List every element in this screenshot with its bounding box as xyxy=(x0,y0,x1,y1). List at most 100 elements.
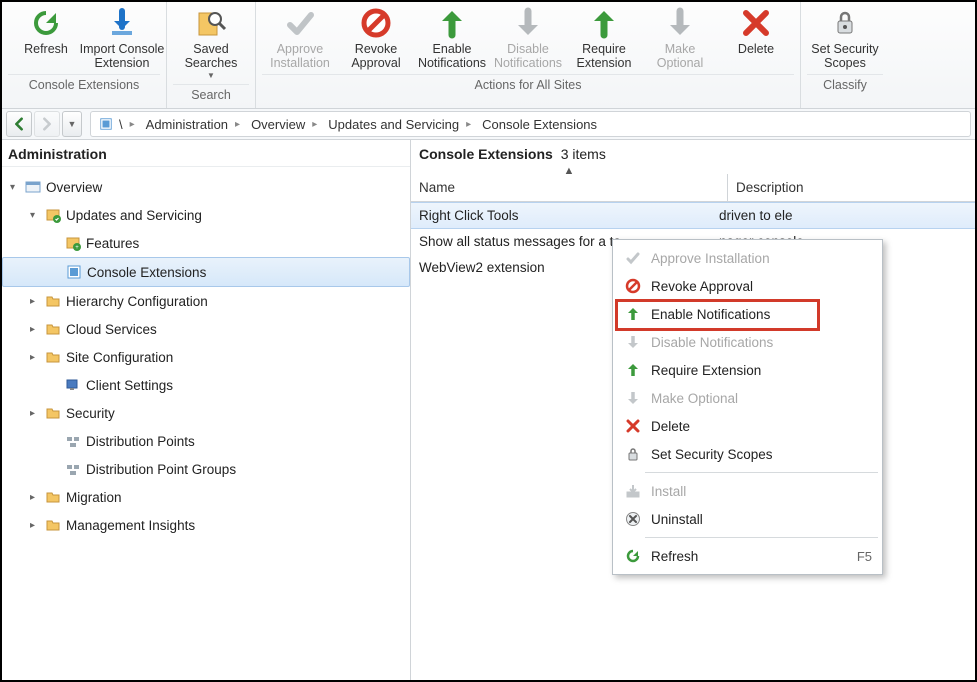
tree-node[interactable]: Client Settings xyxy=(2,371,410,399)
tree-expander-icon[interactable]: ▸ xyxy=(30,296,42,307)
ribbon: RefreshImport Console Extension Console E… xyxy=(2,2,975,109)
ribbon-import-button[interactable]: Import Console Extension xyxy=(84,4,160,70)
tree-node[interactable]: Console Extensions xyxy=(2,257,410,287)
arrow-down-icon xyxy=(621,390,645,406)
tree-node[interactable]: Distribution Point Groups xyxy=(2,455,410,483)
breadcrumb-path[interactable]: \▸ Administration▸Overview▸Updates and S… xyxy=(90,111,971,137)
breadcrumb-segment[interactable]: Overview▸ xyxy=(251,117,324,132)
column-desc-label: Description xyxy=(736,180,804,195)
folder-icon xyxy=(44,320,62,338)
make-optional-icon xyxy=(663,6,697,40)
breadcrumb-segment[interactable]: Administration▸ xyxy=(146,117,247,132)
ribbon-enable-notif-button[interactable]: Enable Notifications xyxy=(414,4,490,70)
details-title: Console Extensions xyxy=(419,146,553,162)
refresh-icon xyxy=(29,6,63,40)
delete-icon xyxy=(739,6,773,40)
cell-description: driven to ele xyxy=(719,208,967,223)
ribbon-group-title: Actions for All Sites xyxy=(262,74,794,96)
ribbon-require-ext-button[interactable]: Require Extension xyxy=(566,4,642,70)
breadcrumb-segment-label: Updates and Servicing xyxy=(328,117,459,132)
tree-node[interactable]: ▸Hierarchy Configuration xyxy=(2,287,410,315)
install-icon xyxy=(621,483,645,499)
folder-icon xyxy=(44,404,62,422)
tree-expander-icon[interactable]: ▸ xyxy=(30,352,42,363)
tree-node[interactable]: ▸ Migration xyxy=(2,483,410,511)
tree-node[interactable]: ▸Security xyxy=(2,399,410,427)
ribbon-delete-button[interactable]: Delete xyxy=(718,4,794,70)
details-header: Console Extensions 3 items xyxy=(411,140,975,164)
context-menu-revoke-approval[interactable]: Revoke Approval xyxy=(615,272,880,300)
context-menu-set-scopes[interactable]: Set Security Scopes xyxy=(615,440,880,468)
context-menu-delete[interactable]: Delete xyxy=(615,412,880,440)
x-red-icon xyxy=(621,418,645,434)
refresh-icon xyxy=(621,548,645,564)
tree-expander-icon[interactable]: ▸ xyxy=(30,492,42,503)
table-row[interactable]: Right Click Toolsdriven to ele xyxy=(411,202,975,229)
check-icon xyxy=(621,250,645,266)
tree-node[interactable]: ▸ Management Insights xyxy=(2,511,410,539)
context-menu-require-ext[interactable]: Require Extension xyxy=(615,356,880,384)
context-menu-refresh[interactable]: RefreshF5 xyxy=(615,542,880,570)
breadcrumb-segment-label: Overview xyxy=(251,117,305,132)
set-scopes-icon xyxy=(828,6,862,40)
ribbon-group: Set Security Scopes Classify xyxy=(801,2,889,108)
tree-node[interactable]: ▾ Overview xyxy=(2,173,410,201)
tree-node-label: Distribution Point Groups xyxy=(86,462,236,477)
context-menu-uninstall[interactable]: Uninstall xyxy=(615,505,880,533)
context-menu-separator xyxy=(645,537,878,538)
tree-node[interactable]: ▸Site Configuration xyxy=(2,343,410,371)
tree-node[interactable]: Distribution Points xyxy=(2,427,410,455)
context-menu-enable-notif[interactable]: Enable Notifications xyxy=(615,300,880,328)
ribbon-set-scopes-button[interactable]: Set Security Scopes xyxy=(807,4,883,70)
tree-node-label: Console Extensions xyxy=(87,265,206,280)
context-menu-item-label: Make Optional xyxy=(645,391,872,406)
ribbon-group-title: Classify xyxy=(807,74,883,96)
ribbon-button-label: Revoke Approval xyxy=(351,42,400,70)
ribbon-button-label: Require Extension xyxy=(577,42,632,70)
x-gray-icon xyxy=(621,511,645,527)
context-menu-item-label: Uninstall xyxy=(645,512,872,527)
nav-history-dropdown[interactable]: ▼ xyxy=(62,111,82,137)
context-menu-install: Install xyxy=(615,477,880,505)
column-name[interactable]: ▲ Name xyxy=(411,174,728,201)
tree-expander-icon[interactable]: ▾ xyxy=(10,182,22,193)
tree-node-label: Migration xyxy=(66,490,122,505)
tree-node[interactable]: ▾ Updates and Servicing xyxy=(2,201,410,229)
tree-node[interactable]: + Features xyxy=(2,229,410,257)
sort-indicator-icon: ▲ xyxy=(564,165,575,177)
context-menu-item-label: Refresh xyxy=(645,549,849,564)
nav-back-button[interactable] xyxy=(6,111,32,137)
tree-node-label: Overview xyxy=(46,180,102,195)
breadcrumb-root-icon xyxy=(97,115,115,133)
ribbon-revoke-approval-button[interactable]: Revoke Approval xyxy=(338,4,414,70)
tree-node[interactable]: ▸Cloud Services xyxy=(2,315,410,343)
column-description[interactable]: Description xyxy=(728,174,975,201)
tree-expander-icon[interactable]: ▸ xyxy=(30,520,42,531)
ribbon-button-label: Set Security Scopes xyxy=(811,42,878,70)
context-menu-item-label: Approve Installation xyxy=(645,251,872,266)
chevron-down-icon: ▼ xyxy=(207,71,215,80)
client-settings-icon xyxy=(64,376,82,394)
folder-icon xyxy=(44,292,62,310)
breadcrumb-segment[interactable]: Updates and Servicing▸ xyxy=(328,117,478,132)
tree-expander-icon[interactable]: ▾ xyxy=(30,210,42,221)
ribbon-approve-install-button: Approve Installation xyxy=(262,4,338,70)
ribbon-saved-searches-button[interactable]: Saved Searches▼ xyxy=(173,4,249,80)
tree-node-label: Management Insights xyxy=(66,518,195,533)
tree-node-label: Updates and Servicing xyxy=(66,208,202,223)
tree-expander-icon[interactable]: ▸ xyxy=(30,408,42,419)
nav-forward-button[interactable] xyxy=(34,111,60,137)
tree-expander-icon[interactable]: ▸ xyxy=(30,324,42,335)
breadcrumb-segment-label: Console Extensions xyxy=(482,117,597,132)
tree-node-label: Features xyxy=(86,236,139,251)
require-ext-icon xyxy=(587,6,621,40)
ribbon-refresh-button[interactable]: Refresh xyxy=(8,4,84,70)
approve-install-icon xyxy=(283,6,317,40)
navigation-tree: ▾ Overview ▾ Updates and Servicing + Features… xyxy=(2,167,410,545)
import-icon xyxy=(105,6,139,40)
svg-text:+: + xyxy=(75,245,79,251)
ribbon-group-title: Console Extensions xyxy=(8,74,160,96)
prohibit-icon xyxy=(621,278,645,294)
context-menu-item-label: Disable Notifications xyxy=(645,335,872,350)
breadcrumb-segment[interactable]: Console Extensions xyxy=(482,117,597,132)
